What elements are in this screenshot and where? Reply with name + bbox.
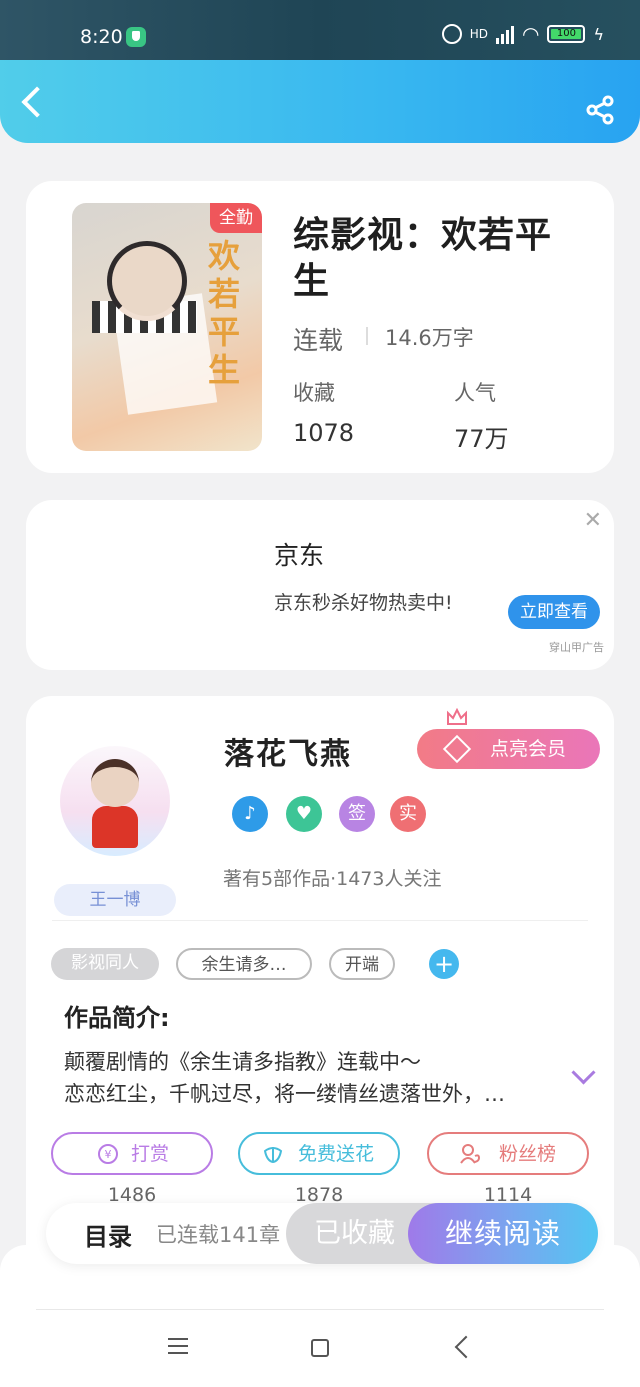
fan-ranking-label: 粉丝榜 [499,1143,557,1165]
cover-portrait [107,241,187,321]
avatar-head [91,759,139,807]
nav-divider [36,1309,604,1310]
charging-icon: ϟ [593,24,604,44]
close-icon[interactable]: ✕ [584,508,602,533]
flower-icon [263,1147,283,1164]
ad-source: 穿山甲广告 [549,641,604,654]
ad-view-button[interactable]: 立即查看 [508,595,600,629]
battery-level: 100 [551,29,582,39]
menu-icon[interactable] [168,1338,188,1354]
book-info-card: 欢若平生 全勤 综影视：欢若平生 连载 14.6万字 收藏 人气 1078 77… [26,181,614,473]
send-flower-button[interactable]: 免费送花 [238,1132,400,1175]
top-header [0,60,640,143]
reward-label: 打赏 [131,1143,170,1165]
cover-title: 欢若平生 [208,237,241,389]
bottom-action-bar: 目录 已连载141章 已收藏 继续阅读 [46,1203,598,1264]
add-tag-icon[interactable]: + [429,949,459,979]
wifi-icon: ◠ [521,22,540,46]
toc-button[interactable]: 目录 [84,1217,132,1252]
chapter-count[interactable]: 已连载141章 [156,1219,280,1249]
ad-title: 京东 [274,541,325,570]
home-icon[interactable] [311,1339,329,1357]
intro-line: 颠覆剧情的《余生请多指教》连载中～ [64,1050,421,1074]
fan-ranking-button[interactable]: 粉丝榜 [427,1132,589,1175]
intro-line: 恋恋红尘，千帆过尽，将一缕情丝遗落世外，… [64,1082,505,1106]
avatar-body [92,806,138,848]
vip-label: 点亮会员 [490,738,567,760]
book-word-count: 14.6万字 [385,326,474,350]
battery-icon: 100 [547,25,586,43]
book-title: 综影视：欢若平生 [293,215,553,302]
tag-chip[interactable]: 开端 [329,948,395,980]
crown-icon [447,708,467,725]
coin-icon: ¥ [98,1144,118,1164]
author-meta: 著有5部作品·1473人关注 [223,868,442,890]
signal-icon [495,24,514,44]
favorites-value: 1078 [293,419,355,447]
tag-chip[interactable]: 余生请多… [176,948,312,980]
ad-text: 京东秒杀好物热卖中! [274,592,453,614]
back-icon[interactable] [21,86,53,118]
author-avatar[interactable] [60,746,170,856]
music-badge-icon[interactable]: ♪ [232,796,268,832]
author-card: 王一博 落花飞燕 点亮会员 ♪ ♥ 签 实 著有5部作品·1473人关注 影视同… [26,696,614,1256]
handshake-badge-icon[interactable]: ♥ [286,796,322,832]
separator [366,327,368,345]
status-bar: 8:20 HD ◠ 100 ϟ [0,0,640,60]
share-icon[interactable] [585,95,615,125]
popularity-value: 77万 [454,425,509,453]
tag-chip[interactable]: 影视同人 [51,948,159,980]
favorites-label: 收藏 [293,381,335,405]
author-tag: 王一博 [54,884,176,916]
continue-reading-button[interactable]: 继续阅读 [408,1203,598,1264]
verified-badge-icon[interactable]: 实 [390,796,426,832]
alarm-icon [441,24,462,44]
divider [52,920,588,921]
reward-button[interactable]: ¥ 打赏 [51,1132,213,1175]
book-cover[interactable]: 欢若平生 全勤 [72,203,262,451]
shield-icon [126,27,146,47]
diamond-icon [442,734,472,764]
book-status: 连载 [293,326,344,355]
svg-text:¥: ¥ [105,1148,112,1161]
send-flower-label: 免费送花 [298,1143,375,1165]
vip-button[interactable]: 点亮会员 [417,729,600,769]
ad-banner[interactable]: ✕ 京东 京东秒杀好物热卖中! 立即查看 穿山甲广告 [26,500,614,670]
network-type: HD [469,27,488,41]
chevron-down-icon[interactable] [571,1060,596,1085]
intro-title: 作品简介: [64,1004,170,1032]
author-name[interactable]: 落花飞燕 [224,729,352,773]
status-time: 8:20 [80,26,123,48]
sign-badge-icon[interactable]: 签 [339,796,375,832]
fan-icon [460,1144,481,1164]
popularity-label: 人气 [454,381,496,405]
cover-badge: 全勤 [210,203,262,233]
bottom-sheet [0,1245,640,1387]
